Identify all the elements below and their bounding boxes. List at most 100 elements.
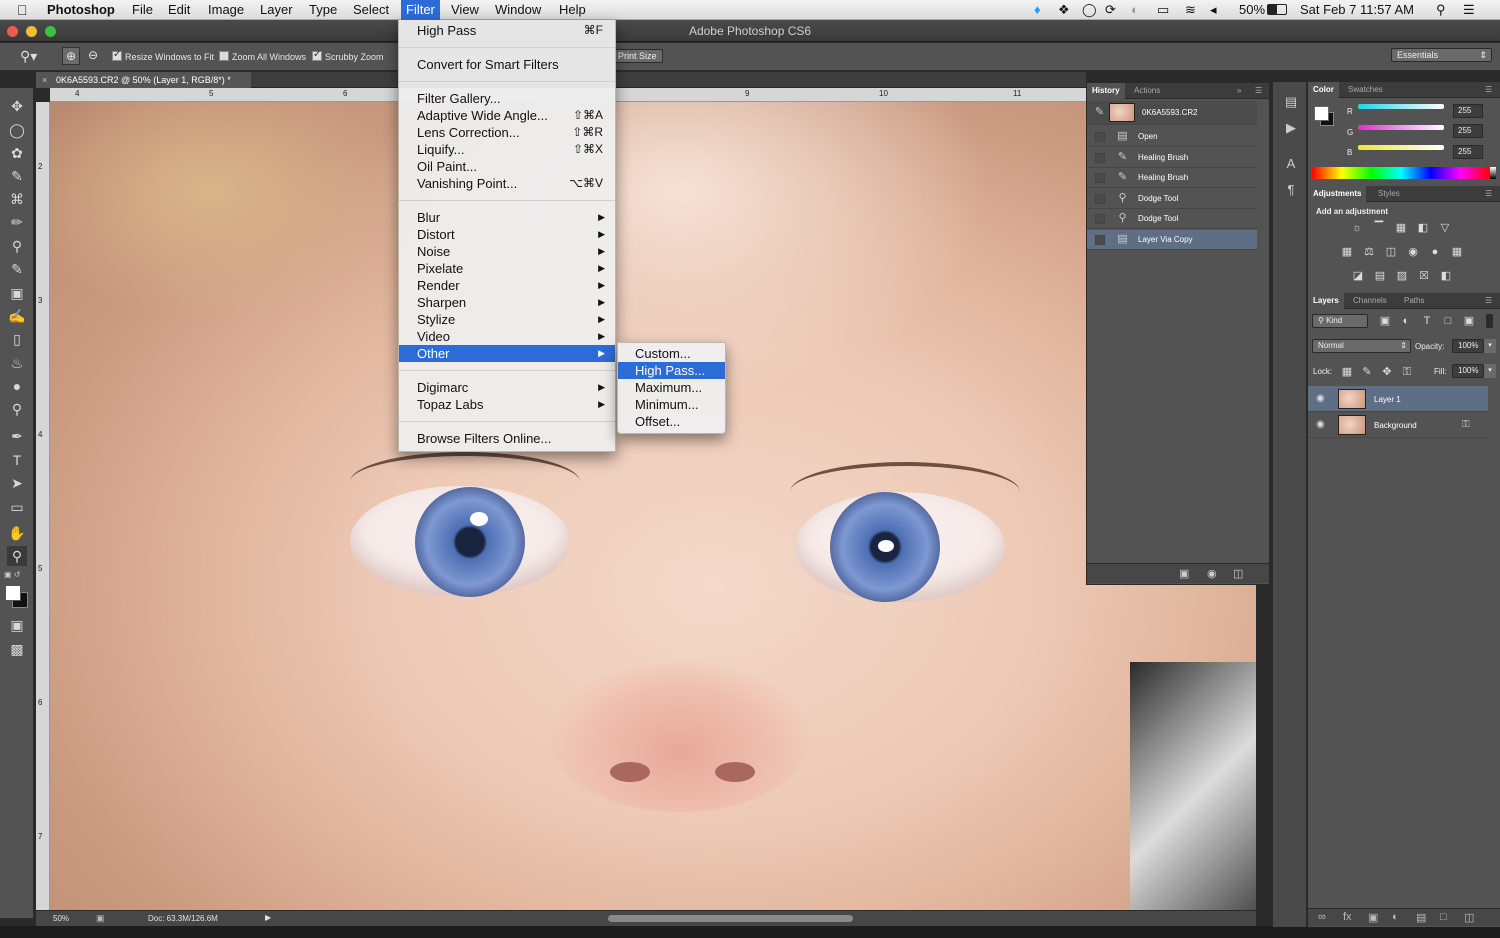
quick-select-tool-icon[interactable]: ✎ <box>7 166 27 186</box>
tab-layers[interactable]: Layers <box>1308 293 1344 309</box>
history-checkbox[interactable] <box>1095 173 1105 183</box>
sync-icon[interactable]: ⟳ <box>1105 2 1116 18</box>
menu-item-distort[interactable]: Distort ▶ <box>399 226 615 243</box>
gradient-map-icon[interactable]: ◧ <box>1439 270 1453 282</box>
menu-item-convert-smart-filters[interactable]: Convert for Smart Filters <box>399 56 615 73</box>
document-canvas[interactable] <box>50 102 1256 910</box>
notification-center-icon[interactable]: ☰ <box>1463 2 1475 18</box>
tab-swatches[interactable]: Swatches <box>1343 82 1388 98</box>
menu-item-render[interactable]: Render ▶ <box>399 277 615 294</box>
screen-mode-icon[interactable]: ▩ <box>7 639 27 659</box>
menu-select[interactable]: Select <box>353 2 389 18</box>
history-checkbox[interactable] <box>1095 235 1105 245</box>
layer-style-fx-icon[interactable]: fx <box>1343 911 1352 923</box>
history-step-selected[interactable]: ▤ Layer Via Copy <box>1087 230 1257 250</box>
menu-type[interactable]: Type <box>309 2 337 18</box>
threshold-icon[interactable]: ▨ <box>1395 270 1409 282</box>
resize-windows-checkbox[interactable]: Resize Windows to Fit <box>112 49 214 62</box>
history-checkbox[interactable] <box>1095 214 1105 224</box>
levels-icon[interactable]: ▔ <box>1372 222 1386 234</box>
submenu-item-maximum[interactable]: Maximum... <box>618 379 725 396</box>
history-checkbox[interactable] <box>1095 194 1105 204</box>
history-checkbox[interactable] <box>1095 132 1105 142</box>
red-value[interactable]: 255 <box>1453 104 1483 118</box>
menu-layer[interactable]: Layer <box>260 2 293 18</box>
clone-stamp-tool-icon[interactable]: ▣ <box>7 283 27 303</box>
shape-layer-filter-icon[interactable]: □ <box>1441 315 1455 327</box>
zoom-all-windows-checkbox[interactable]: Zoom All Windows <box>219 51 306 62</box>
new-adjustment-layer-icon[interactable]: ◐ <box>1392 911 1399 923</box>
type-tool-icon[interactable]: T <box>7 450 27 470</box>
zoom-level[interactable]: 50% <box>53 914 69 923</box>
menu-item-lens-correction[interactable]: Lens Correction... ⇧⌘R <box>399 124 615 141</box>
brightness-contrast-icon[interactable]: ☼ <box>1350 222 1364 234</box>
zoom-out-icon[interactable]: ⊖ <box>84 47 102 65</box>
smart-object-filter-icon[interactable]: ▣ <box>1462 315 1476 327</box>
search-q-icon[interactable]: ◯ <box>1082 2 1097 18</box>
type-layer-filter-icon[interactable]: T <box>1420 315 1434 327</box>
color-lookup-icon[interactable]: ▦ <box>1450 246 1464 258</box>
history-snapshot[interactable]: ✎ 0K6A5593.CR2 <box>1087 101 1257 125</box>
clock[interactable]: Sat Feb 7 11:57 AM <box>1300 2 1414 18</box>
menu-item-sharpen[interactable]: Sharpen ▶ <box>399 294 615 311</box>
black-white-icon[interactable]: ◫ <box>1384 246 1398 258</box>
blue-slider[interactable] <box>1358 145 1444 150</box>
add-mask-icon[interactable]: ▣ <box>1368 911 1378 924</box>
collapse-panel-icon[interactable]: » <box>1232 83 1246 99</box>
eyedropper-tool-icon[interactable]: ✏ <box>7 212 27 232</box>
lock-transparent-icon[interactable]: ▦ <box>1340 366 1354 378</box>
lock-position-icon[interactable]: ✥ <box>1380 366 1394 378</box>
zoom-tool-icon[interactable]: ⚲ <box>7 546 27 566</box>
menu-item-pixelate[interactable]: Pixelate ▶ <box>399 260 615 277</box>
blur-tool-icon[interactable]: ● <box>7 376 27 396</box>
vibrance-icon[interactable]: ▽ <box>1438 222 1452 234</box>
pixel-layer-filter-icon[interactable]: ▣ <box>1378 315 1392 327</box>
history-step[interactable]: ▤ Open <box>1087 127 1257 147</box>
volume-icon[interactable]: ◂ <box>1210 2 1217 18</box>
layer-kind-filter[interactable]: ⚲ Kind <box>1312 314 1368 328</box>
menu-item-topaz-labs[interactable]: Topaz Labs ▶ <box>399 396 615 413</box>
opacity-dropdown-icon[interactable]: ▾ <box>1484 339 1496 353</box>
document-tab[interactable]: × 0K6A5593.CR2 @ 50% (Layer 1, RGB/8*) * <box>36 72 251 88</box>
spinner-icon[interactable]: ◐ <box>1131 2 1139 18</box>
link-layers-icon[interactable]: ∞ <box>1318 911 1326 923</box>
crop-tool-icon[interactable]: ⌘ <box>7 189 27 209</box>
app-name-menu[interactable]: Photoshop <box>47 2 115 18</box>
foreground-color-swatch[interactable] <box>5 585 21 601</box>
menu-item-blur[interactable]: Blur ▶ <box>399 209 615 226</box>
submenu-item-offset[interactable]: Offset... <box>618 413 725 430</box>
zoom-tool-icon[interactable]: ⚲▾ <box>20 48 37 65</box>
lasso-tool-icon[interactable]: ✿ <box>7 143 27 163</box>
status-info-icon[interactable]: ▣ <box>96 913 105 924</box>
delete-layer-icon[interactable]: ◫ <box>1464 911 1474 924</box>
eraser-tool-icon[interactable]: ▯ <box>7 329 27 349</box>
horizontal-scrollbar[interactable] <box>608 915 853 922</box>
airplay-icon[interactable]: ▭ <box>1157 2 1169 18</box>
lock-all-icon[interactable]: ⚿ <box>1400 366 1414 378</box>
menu-item-adaptive-wide-angle[interactable]: Adaptive Wide Angle... ⇧⌘A <box>399 107 615 124</box>
submenu-item-custom[interactable]: Custom... <box>618 345 725 362</box>
channel-mixer-icon[interactable]: ● <box>1428 246 1442 258</box>
menu-item-filter-gallery[interactable]: Filter Gallery... <box>399 90 615 107</box>
filter-toggle[interactable] <box>1486 314 1493 328</box>
menu-file[interactable]: File <box>132 2 153 18</box>
color-balance-icon[interactable]: ⚖ <box>1362 246 1376 258</box>
selective-color-icon[interactable]: ☒ <box>1417 270 1431 282</box>
panel-menu-icon[interactable]: ☰ <box>1480 293 1497 309</box>
visibility-eye-icon[interactable]: ◉ <box>1316 393 1325 404</box>
battery-icon[interactable] <box>1267 4 1287 15</box>
foreground-color-swatch[interactable] <box>1314 106 1329 121</box>
history-panel-icon[interactable]: ▤ <box>1283 94 1299 110</box>
workspace-switcher[interactable]: Essentials ⇕ <box>1391 48 1492 62</box>
history-step[interactable]: ✎ Healing Brush <box>1087 148 1257 168</box>
panel-menu-icon[interactable]: ☰ <box>1250 83 1267 99</box>
menu-item-video[interactable]: Video ▶ <box>399 328 615 345</box>
print-size-button[interactable]: Print Size <box>612 49 663 63</box>
layer-row[interactable]: ◉ Layer 1 <box>1308 386 1488 412</box>
default-colors-icon[interactable]: ▣ ↺ <box>4 570 20 579</box>
dodge-tool-icon[interactable]: ⚲ <box>7 399 27 419</box>
spotlight-icon[interactable]: ⚲ <box>1436 2 1446 18</box>
menu-item-browse-filters-online[interactable]: Browse Filters Online... <box>399 430 615 447</box>
dropbox-icon[interactable]: ❖ <box>1058 2 1070 18</box>
layer-row[interactable]: ◉ Background ⚿ <box>1308 412 1488 438</box>
